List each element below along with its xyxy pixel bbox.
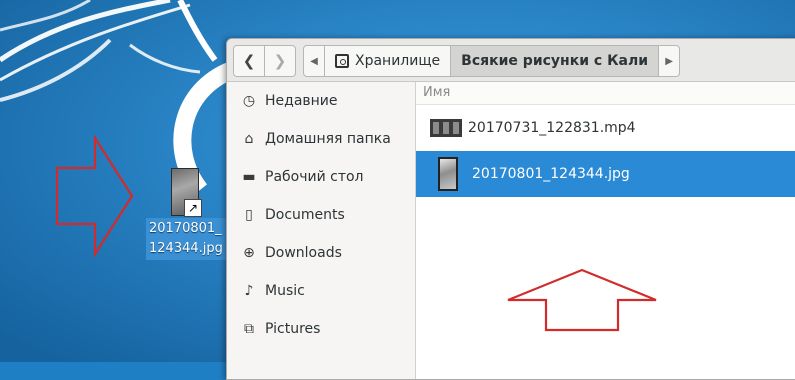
sidebar-item-label: Рабочий стол	[265, 169, 364, 185]
path-crumb-label: Всякие рисунки с Кали	[461, 53, 649, 69]
navigation-buttons: ❮ ❯	[233, 45, 296, 77]
desktop-file-icon[interactable]: ↗ 20170801_ 124344.jpg	[146, 168, 226, 260]
chevron-left-icon: ❮	[242, 52, 256, 70]
file-manager-window: ❮ ❯ ◀ Хранилище Всякие рисунки с Кали ▶ …	[226, 38, 795, 380]
file-row-image-selected[interactable]: 20170801_124344.jpg	[416, 151, 795, 197]
pictures-icon: ⧉	[244, 321, 254, 337]
path-scroll-left-button[interactable]: ◀	[304, 46, 324, 76]
sidebar-item-label: Music	[265, 283, 305, 299]
sidebar-item-downloads[interactable]: ⊕ Downloads	[227, 234, 415, 272]
forward-button[interactable]: ❯	[264, 46, 295, 76]
chevron-right-icon: ❯	[273, 52, 287, 70]
path-bar: ◀ Хранилище Всякие рисунки с Кали ▶	[303, 45, 681, 77]
file-name: 20170731_122831.mp4	[468, 120, 636, 136]
annotation-arrow-up-svg	[507, 268, 657, 332]
sidebar-item-pictures[interactable]: ⧉ Pictures	[227, 310, 415, 348]
file-list: Имя 20170731_122831.mp4 20170801_124344.…	[416, 82, 795, 379]
home-icon: ⌂	[244, 131, 254, 147]
video-file-icon	[430, 119, 462, 137]
path-scroll-right-button[interactable]: ▶	[658, 46, 679, 76]
back-button[interactable]: ❮	[234, 46, 264, 76]
image-file-icon	[438, 157, 458, 191]
sidebar-item-label: Недавние	[265, 93, 338, 109]
desktop-file-label: 20170801_ 124344.jpg	[146, 218, 226, 260]
path-crumb-current-folder[interactable]: Всякие рисунки с Кали	[450, 46, 659, 76]
drive-icon	[335, 54, 349, 68]
music-icon: ♪	[244, 283, 254, 299]
sidebar-item-label: Домашняя папка	[265, 131, 391, 147]
places-sidebar: ◷ Недавние ⌂ Домашняя папка ▬ Рабочий ст…	[227, 82, 416, 379]
download-icon: ⊕	[243, 245, 255, 261]
file-name: 20170801_124344.jpg	[472, 166, 630, 182]
desktop-file-label-line1: 20170801_	[149, 221, 222, 236]
column-header-name[interactable]: Имя	[416, 82, 795, 105]
sidebar-item-desktop[interactable]: ▬ Рабочий стол	[227, 158, 415, 196]
file-row-video[interactable]: 20170731_122831.mp4	[416, 105, 795, 151]
clock-icon: ◷	[242, 93, 256, 109]
desktop-file-label-line2: 124344.jpg	[149, 241, 223, 256]
sidebar-item-label: Downloads	[265, 245, 342, 261]
document-icon: ▯	[245, 207, 253, 223]
path-crumb-label: Хранилище	[355, 53, 441, 69]
annotation-arrow-up	[507, 268, 657, 332]
sidebar-item-label: Pictures	[265, 321, 321, 337]
image-thumbnail-icon: ↗	[171, 168, 202, 217]
sidebar-item-recent[interactable]: ◷ Недавние	[227, 82, 415, 120]
sidebar-item-label: Documents	[265, 207, 345, 223]
path-crumb-storage[interactable]: Хранилище	[324, 46, 450, 76]
column-header-label: Имя	[423, 85, 451, 100]
sidebar-item-home[interactable]: ⌂ Домашняя папка	[227, 120, 415, 158]
shortcut-arrow-icon: ↗	[184, 199, 202, 217]
toolbar: ❮ ❯ ◀ Хранилище Всякие рисунки с Кали ▶	[227, 39, 795, 82]
folder-icon: ▬	[242, 169, 256, 185]
sidebar-item-documents[interactable]: ▯ Documents	[227, 196, 415, 234]
sidebar-item-music[interactable]: ♪ Music	[227, 272, 415, 310]
